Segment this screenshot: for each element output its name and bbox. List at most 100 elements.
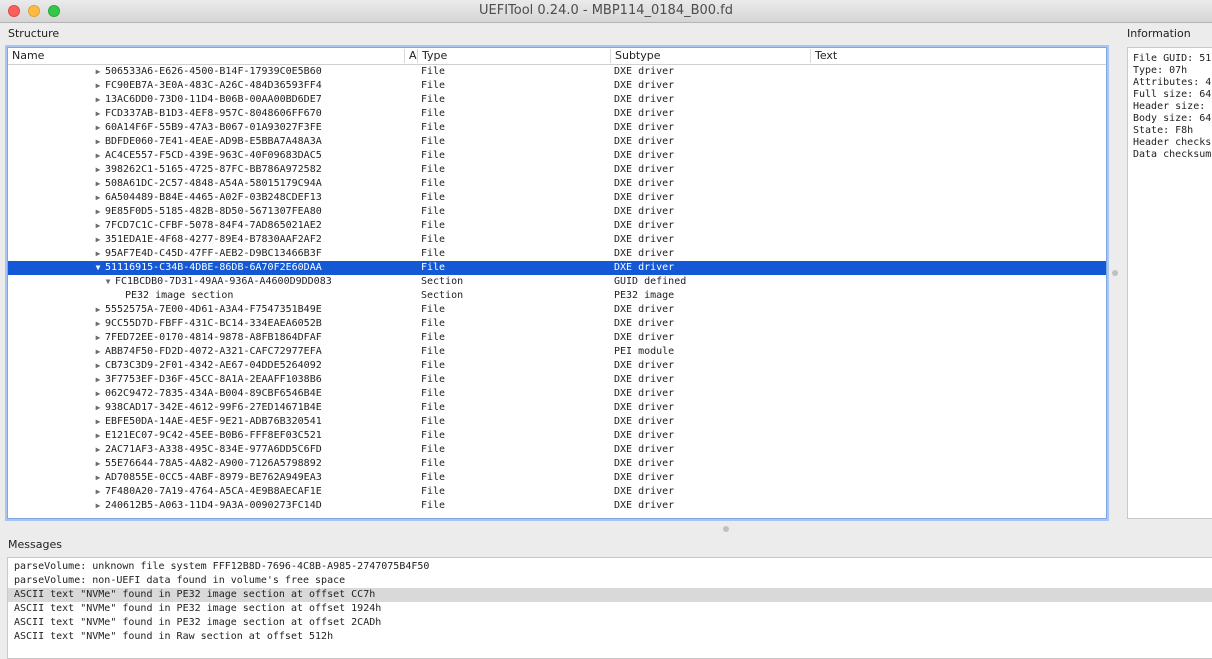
disclosure-collapsed-icon[interactable]: ▶ xyxy=(93,485,103,499)
tree-row-subtype: DXE driver xyxy=(614,192,675,203)
disclosure-collapsed-icon[interactable]: ▶ xyxy=(93,499,103,513)
tree-row[interactable]: ▼ FC1BCDB0-7D31-49AA-936A-A4600D9DD083 Sec… xyxy=(8,275,1106,289)
disclosure-collapsed-icon[interactable]: ▶ xyxy=(93,359,103,373)
tree-row[interactable]: ▶ 506533A6-E626-4500-B14F-17939C0E5B60 Fil… xyxy=(8,65,1106,79)
tree-row[interactable]: ▶ 240612B5-A063-11D4-9A3A-0090273FC14D Fil… xyxy=(8,499,1106,513)
disclosure-collapsed-icon[interactable]: ▶ xyxy=(93,191,103,205)
information-panel: File GUID: 51 Type: 07h Attributes: 4 Full … xyxy=(1127,47,1212,519)
message-item[interactable]: ASCII text "NVMe" found in PE32 image se… xyxy=(8,602,1212,616)
tree-row[interactable]: ▶ 9E85F0D5-5185-482B-8D50-5671307FEA80 Fil… xyxy=(8,205,1106,219)
disclosure-collapsed-icon[interactable]: ▶ xyxy=(93,135,103,149)
disclosure-collapsed-icon[interactable]: ▶ xyxy=(93,345,103,359)
disclosure-collapsed-icon[interactable]: ▶ xyxy=(93,247,103,261)
info-line: Full size: 64 xyxy=(1133,89,1212,100)
tree-row-subtype: DXE driver xyxy=(614,248,675,259)
tree-row[interactable]: ▶ 95AF7E4D-C45D-47FF-AEB2-D9BC13466B3F Fil… xyxy=(8,247,1106,261)
tree-row[interactable]: ▶ 6A504489-B84E-4465-A02F-03B248CDEF13 Fil… xyxy=(8,191,1106,205)
message-item[interactable]: ASCII text "NVMe" found in PE32 image se… xyxy=(8,588,1212,602)
tree-row-name: 506533A6-E626-4500-B14F-17939C0E5B60 xyxy=(105,66,322,77)
tree-row[interactable]: ▶ 3F7753EF-D36F-45CC-8A1A-2EAAFF1038B6 Fil… xyxy=(8,373,1106,387)
disclosure-collapsed-icon[interactable]: ▶ xyxy=(93,65,103,79)
tree-row-type: File xyxy=(421,108,446,119)
disclosure-collapsed-icon[interactable]: ▶ xyxy=(93,219,103,233)
tree-row[interactable]: ▶ 398262C1-5165-4725-87FC-BB786A972582 Fil… xyxy=(8,163,1106,177)
tree-row-subtype: DXE driver xyxy=(614,416,675,427)
column-header-a[interactable]: A xyxy=(404,49,417,63)
tree-row[interactable]: ▶ 60A14F6F-55B9-47A3-B067-01A93027F3FE Fil… xyxy=(8,121,1106,135)
disclosure-collapsed-icon[interactable]: ▶ xyxy=(93,457,103,471)
tree-row[interactable]: ▶ 938CAD17-342E-4612-99F6-27ED14671B4E Fil… xyxy=(8,401,1106,415)
message-item[interactable]: ASCII text "NVMe" found in Raw section a… xyxy=(8,630,1212,644)
tree-row-type: File xyxy=(421,220,446,231)
tree-row[interactable]: ▶ 062C9472-7835-434A-B004-89CBF6546B4E Fil… xyxy=(8,387,1106,401)
disclosure-expanded-icon[interactable]: ▼ xyxy=(93,261,103,275)
tree-row-name: E121EC07-9C42-45EE-B0B6-FFF8EF03C521 xyxy=(105,430,322,441)
tree-row[interactable]: ▶ 508A61DC-2C57-4848-A54A-58015179C94A Fil… xyxy=(8,177,1106,191)
tree-row[interactable]: PE32 image section Section PE32 image xyxy=(8,289,1106,303)
disclosure-collapsed-icon[interactable]: ▶ xyxy=(93,233,103,247)
tree-row[interactable]: ▶ 55E76644-78A5-4A82-A900-7126A5798892 Fil… xyxy=(8,457,1106,471)
disclosure-collapsed-icon[interactable]: ▶ xyxy=(93,387,103,401)
column-header-name[interactable]: Name xyxy=(8,49,407,63)
tree-row[interactable]: ▶ 9CC55D7D-FBFF-431C-BC14-334EAEA6052B Fil… xyxy=(8,317,1106,331)
tree-row[interactable]: ▶ 7FCD7C1C-CFBF-5078-84F4-7AD865021AE2 Fil… xyxy=(8,219,1106,233)
disclosure-collapsed-icon[interactable]: ▶ xyxy=(93,415,103,429)
messages-list[interactable]: parseVolume: unknown file system FFF12B8… xyxy=(7,557,1212,659)
disclosure-collapsed-icon[interactable]: ▶ xyxy=(93,401,103,415)
tree-row-name: 95AF7E4D-C45D-47FF-AEB2-D9BC13466B3F xyxy=(105,248,322,259)
tree-row[interactable]: ▶ 13AC6DD0-73D0-11D4-B06B-00AA00BD6DE7 Fil… xyxy=(8,93,1106,107)
disclosure-collapsed-icon[interactable]: ▶ xyxy=(93,107,103,121)
disclosure-collapsed-icon[interactable]: ▶ xyxy=(93,331,103,345)
tree-row-subtype: GUID defined xyxy=(614,276,687,287)
tree-row-type: File xyxy=(421,416,446,427)
disclosure-collapsed-icon[interactable]: ▶ xyxy=(93,121,103,135)
tree-row[interactable]: ▶ 7F480A20-7A19-4764-A5CA-4E9B8AECAF1E Fil… xyxy=(8,485,1106,499)
tree-row[interactable]: ▶ 351EDA1E-4F68-4277-89E4-B7830AAF2AF2 Fil… xyxy=(8,233,1106,247)
tree-row[interactable]: ▶ FCD337AB-B1D3-4EF8-957C-8048606FF670 Fil… xyxy=(8,107,1106,121)
disclosure-collapsed-icon[interactable]: ▶ xyxy=(93,177,103,191)
tree-row-subtype: PE32 image xyxy=(614,290,675,301)
column-header-text[interactable]: Text xyxy=(810,49,1105,63)
tree-row[interactable]: ▶ E121EC07-9C42-45EE-B0B6-FFF8EF03C521 Fil… xyxy=(8,429,1106,443)
tree-row[interactable]: ▶ EBFE50DA-14AE-4E5F-9E21-ADB76B320541 Fil… xyxy=(8,415,1106,429)
disclosure-collapsed-icon[interactable]: ▶ xyxy=(93,471,103,485)
structure-tree[interactable]: Name A Type Subtype Text ▶ 506533A6-E626-… xyxy=(7,47,1107,519)
column-header-type[interactable]: Type xyxy=(417,49,610,63)
disclosure-collapsed-icon[interactable]: ▶ xyxy=(93,373,103,387)
tree-row[interactable]: ▶ FC90EB7A-3E0A-483C-A26C-484D36593FF4 Fil… xyxy=(8,79,1106,93)
vertical-splitter-handle[interactable] xyxy=(1112,270,1118,276)
disclosure-collapsed-icon[interactable]: ▶ xyxy=(93,443,103,457)
tree-row-name: 9CC55D7D-FBFF-431C-BC14-334EAEA6052B xyxy=(105,318,322,329)
tree-row[interactable]: ▶ AD70855E-0CC5-4ABF-8979-BE762A949EA3 Fil… xyxy=(8,471,1106,485)
message-item[interactable]: ASCII text "NVMe" found in PE32 image se… xyxy=(8,616,1212,630)
tree-row[interactable]: ▶ ABB74F50-FD2D-4072-A321-CAFC72977EFA Fil… xyxy=(8,345,1106,359)
info-line: Attributes: 4 xyxy=(1133,77,1212,88)
disclosure-collapsed-icon[interactable]: ▶ xyxy=(93,149,103,163)
tree-row[interactable]: ▶ 7FED72EE-0170-4814-9878-A8FB1864DFAF Fil… xyxy=(8,331,1106,345)
disclosure-collapsed-icon[interactable]: ▶ xyxy=(93,205,103,219)
column-header-subtype[interactable]: Subtype xyxy=(610,49,810,63)
horizontal-splitter-handle[interactable] xyxy=(723,526,729,532)
tree-row-name: 3F7753EF-D36F-45CC-8A1A-2EAAFF1038B6 xyxy=(105,374,322,385)
disclosure-collapsed-icon[interactable]: ▶ xyxy=(93,317,103,331)
disclosure-collapsed-icon[interactable]: ▶ xyxy=(93,79,103,93)
tree-row[interactable]: ▶ AC4CE557-F5CD-439E-963C-40F09683DAC5 Fil… xyxy=(8,149,1106,163)
tree-row-name: FC90EB7A-3E0A-483C-A26C-484D36593FF4 xyxy=(105,80,322,91)
disclosure-collapsed-icon[interactable]: ▶ xyxy=(93,93,103,107)
tree-row-name: EBFE50DA-14AE-4E5F-9E21-ADB76B320541 xyxy=(105,416,322,427)
tree-row[interactable]: ▶ BDFDE060-7E41-4EAE-AD9B-E5BBA7A48A3A Fil… xyxy=(8,135,1106,149)
tree-row-name: CB73C3D9-2F01-4342-AE67-04DDE5264092 xyxy=(105,360,322,371)
tree-row[interactable]: ▶ CB73C3D9-2F01-4342-AE67-04DDE5264092 Fil… xyxy=(8,359,1106,373)
info-line: State: F8h xyxy=(1133,125,1194,136)
tree-row[interactable]: ▶ 2AC71AF3-A338-495C-834E-977A6DD5C6FD Fil… xyxy=(8,443,1106,457)
disclosure-collapsed-icon[interactable]: ▶ xyxy=(93,303,103,317)
tree-row-subtype: DXE driver xyxy=(614,444,675,455)
tree-row-type: File xyxy=(421,346,446,357)
tree-row[interactable]: ▼ 51116915-C34B-4DBE-86DB-6A70F2E60DAA Fil… xyxy=(8,261,1106,275)
message-item[interactable]: parseVolume: non-UEFI data found in volu… xyxy=(8,574,1212,588)
disclosure-collapsed-icon[interactable]: ▶ xyxy=(93,429,103,443)
message-item[interactable]: parseVolume: unknown file system FFF12B8… xyxy=(8,560,1212,574)
disclosure-expanded-icon[interactable]: ▼ xyxy=(103,275,113,289)
disclosure-collapsed-icon[interactable]: ▶ xyxy=(93,163,103,177)
tree-row[interactable]: ▶ 5552575A-7E00-4D61-A3A4-F7547351B49E Fil… xyxy=(8,303,1106,317)
